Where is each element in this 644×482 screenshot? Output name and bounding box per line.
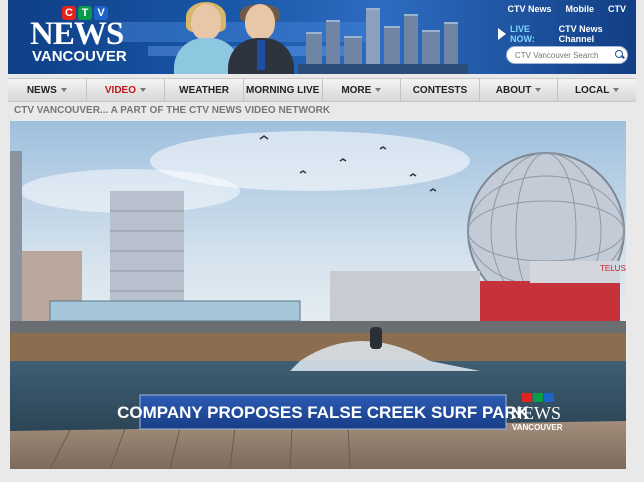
anchor-face xyxy=(245,4,275,40)
nav-item-local[interactable]: LOCAL xyxy=(558,79,636,101)
nav-item-weather[interactable]: WEATHER xyxy=(165,79,244,101)
top-links: CTV News Mobile CTV xyxy=(507,4,626,14)
watermark-news: NEWS xyxy=(510,403,561,423)
top-link-ctv-news[interactable]: CTV News xyxy=(507,4,551,14)
chevron-down-icon xyxy=(140,88,146,92)
section-subtitle: CTV VANCOUVER... A PART OF THE CTV NEWS … xyxy=(14,105,331,116)
chevron-down-icon xyxy=(375,88,382,92)
city-skyline-image xyxy=(298,0,468,74)
surfer xyxy=(370,327,382,349)
dome-sign: TELUS xyxy=(600,264,626,273)
anchor-tie xyxy=(257,40,265,70)
search-icon[interactable] xyxy=(615,50,625,60)
nav-item-contests[interactable]: CONTESTS xyxy=(401,79,480,101)
chevron-down-icon xyxy=(613,88,620,92)
logo-city-text: VANCOUVER xyxy=(32,48,127,65)
chevron-down-icon xyxy=(60,88,67,92)
nav-item-morning-live[interactable]: MORNING LIVE xyxy=(243,79,323,101)
video-player[interactable]: TELUS COMPANY PROPOSES FALSE CREEK SURF … xyxy=(10,121,626,469)
pavilion xyxy=(49,300,301,322)
building xyxy=(10,151,22,331)
chevron-down-icon xyxy=(535,88,542,92)
nav-item-news[interactable]: NEWS xyxy=(8,79,87,101)
search-input[interactable] xyxy=(507,49,613,61)
anchor-face xyxy=(191,4,221,40)
main-nav: NEWS VIDEO WEATHER MORNING LIVE MORE CON… xyxy=(8,78,636,102)
anchor-male-photo xyxy=(228,2,294,74)
ctv-news-logo[interactable]: C T V NEWS VANCOUVER xyxy=(16,2,156,72)
nav-item-video[interactable]: VIDEO xyxy=(86,79,166,101)
nav-item-about[interactable]: ABOUT xyxy=(479,79,559,101)
search-box xyxy=(506,46,628,64)
top-link-ctv[interactable]: CTV xyxy=(608,4,626,14)
nav-item-more[interactable]: MORE xyxy=(322,79,402,101)
header-banner: C T V NEWS VANCOUVER CTV News Mobile CTV xyxy=(8,0,636,74)
live-now-label: LIVE NOW: xyxy=(510,24,535,44)
video-frame-image: TELUS COMPANY PROPOSES FALSE CREEK SURF … xyxy=(10,121,626,469)
crowd xyxy=(10,321,626,333)
chyron-text: COMPANY PROPOSES FALSE CREEK SURF PARK xyxy=(117,403,530,422)
play-icon xyxy=(498,28,506,40)
live-channel-name: CTV News Channel xyxy=(558,24,603,44)
top-link-mobile[interactable]: Mobile xyxy=(566,4,595,14)
watermark-city: VANCOUVER xyxy=(512,423,563,432)
live-now-link[interactable]: LIVE NOW: CTV News Channel xyxy=(498,24,636,44)
